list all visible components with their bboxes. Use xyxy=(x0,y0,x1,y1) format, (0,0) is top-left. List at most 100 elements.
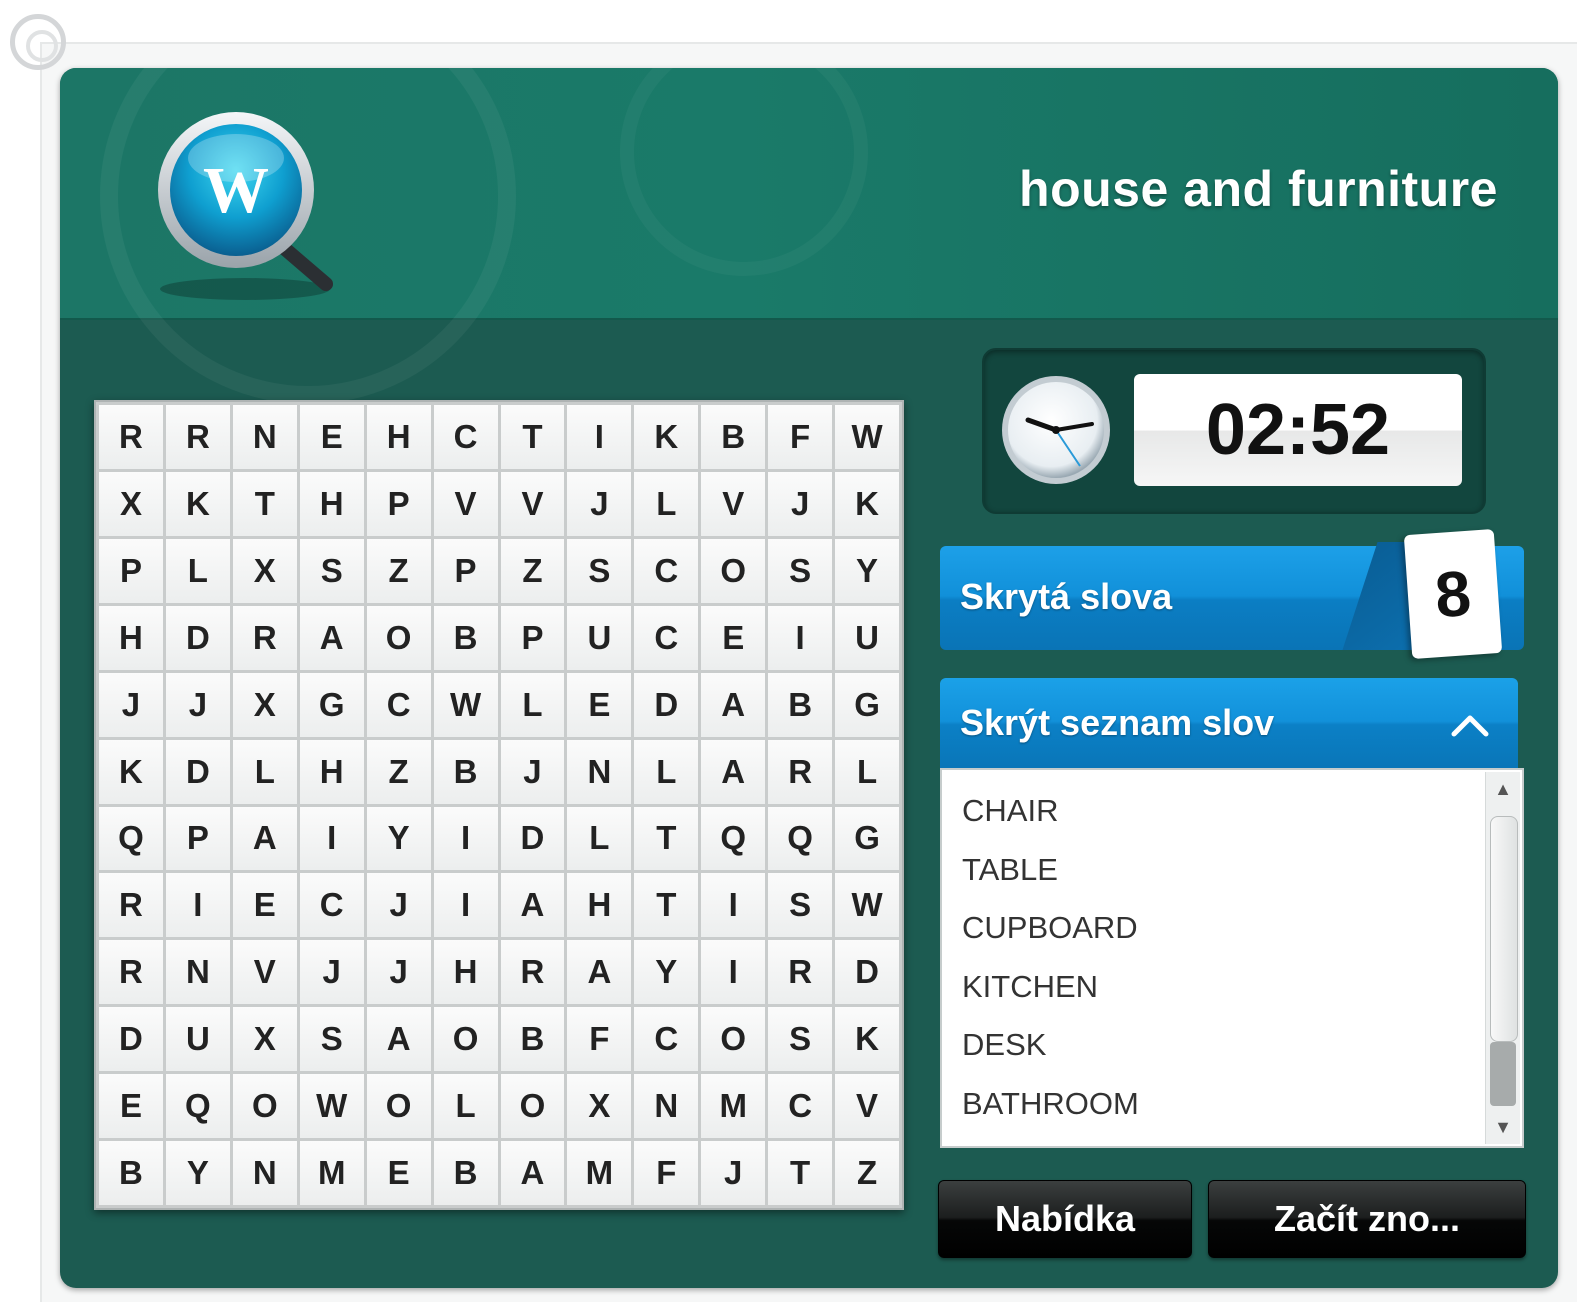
grid-cell[interactable]: O xyxy=(500,1074,565,1139)
grid-cell[interactable]: L xyxy=(433,1074,498,1139)
grid-cell[interactable]: Q xyxy=(99,806,163,871)
grid-cell[interactable]: C xyxy=(366,672,431,737)
grid-cell[interactable]: I xyxy=(567,405,632,469)
grid-cell[interactable]: Z xyxy=(366,739,431,804)
grid-cell[interactable]: Y xyxy=(366,806,431,871)
grid-cell[interactable]: D xyxy=(99,1007,163,1072)
grid-cell[interactable]: J xyxy=(768,471,833,536)
grid-cell[interactable]: J xyxy=(500,739,565,804)
grid-cell[interactable]: V xyxy=(835,1074,899,1139)
grid-cell[interactable]: H xyxy=(433,940,498,1005)
grid-cell[interactable]: R xyxy=(768,739,833,804)
grid-cell[interactable]: U xyxy=(835,605,899,670)
scroll-thumb[interactable] xyxy=(1490,816,1518,1042)
grid-cell[interactable]: H xyxy=(567,873,632,938)
grid-cell[interactable]: A xyxy=(299,605,364,670)
grid-cell[interactable]: Y xyxy=(835,538,899,603)
grid-cell[interactable]: H xyxy=(299,471,364,536)
grid-cell[interactable]: J xyxy=(366,873,431,938)
grid-cell[interactable]: J xyxy=(366,940,431,1005)
grid-cell[interactable]: F xyxy=(634,1141,699,1205)
grid-cell[interactable]: V xyxy=(701,471,766,536)
grid-cell[interactable]: T xyxy=(634,806,699,871)
grid-cell[interactable]: X xyxy=(232,538,297,603)
grid-cell[interactable]: N xyxy=(232,405,297,469)
grid-cell[interactable]: S xyxy=(299,538,364,603)
grid-cell[interactable]: J xyxy=(99,672,163,737)
grid-cell[interactable]: A xyxy=(701,672,766,737)
grid-cell[interactable]: D xyxy=(634,672,699,737)
grid-cell[interactable]: A xyxy=(500,1141,565,1205)
grid-cell[interactable]: F xyxy=(567,1007,632,1072)
menu-button[interactable]: Nabídka xyxy=(938,1180,1192,1258)
grid-cell[interactable]: M xyxy=(299,1141,364,1205)
grid-cell[interactable]: R xyxy=(768,940,833,1005)
grid-cell[interactable]: V xyxy=(500,471,565,536)
grid-cell[interactable]: W xyxy=(835,873,899,938)
grid-cell[interactable]: G xyxy=(835,672,899,737)
grid-cell[interactable]: K xyxy=(165,471,230,536)
grid-cell[interactable]: W xyxy=(433,672,498,737)
grid-cell[interactable]: U xyxy=(165,1007,230,1072)
grid-cell[interactable]: X xyxy=(99,471,163,536)
grid-cell[interactable]: I xyxy=(299,806,364,871)
grid-cell[interactable]: P xyxy=(500,605,565,670)
grid-cell[interactable]: Q xyxy=(701,806,766,871)
grid-cell[interactable]: A xyxy=(366,1007,431,1072)
grid-cell[interactable]: K xyxy=(835,471,899,536)
grid-cell[interactable]: I xyxy=(768,605,833,670)
grid-cell[interactable]: E xyxy=(567,672,632,737)
grid-cell[interactable]: X xyxy=(567,1074,632,1139)
grid-cell[interactable]: O xyxy=(433,1007,498,1072)
grid-cell[interactable]: C xyxy=(634,538,699,603)
grid-cell[interactable]: R xyxy=(165,405,230,469)
grid-cell[interactable]: B xyxy=(500,1007,565,1072)
grid-cell[interactable]: M xyxy=(701,1074,766,1139)
grid-cell[interactable]: I xyxy=(165,873,230,938)
grid-cell[interactable]: A xyxy=(500,873,565,938)
grid-cell[interactable]: T xyxy=(768,1141,833,1205)
letter-grid[interactable]: RRNEHCTIKBFWXKTHPVVJLVJKPLXSZPZSCOSYHDRA… xyxy=(94,400,904,1210)
grid-cell[interactable]: B xyxy=(768,672,833,737)
grid-cell[interactable]: I xyxy=(433,873,498,938)
grid-cell[interactable]: N xyxy=(232,1141,297,1205)
grid-cell[interactable]: B xyxy=(701,405,766,469)
grid-cell[interactable]: B xyxy=(433,605,498,670)
grid-cell[interactable]: H xyxy=(366,405,431,469)
grid-cell[interactable]: K xyxy=(634,405,699,469)
restart-button[interactable]: Začít zno... xyxy=(1208,1180,1526,1258)
grid-cell[interactable]: T xyxy=(634,873,699,938)
grid-cell[interactable]: X xyxy=(232,672,297,737)
grid-cell[interactable]: W xyxy=(299,1074,364,1139)
grid-cell[interactable]: Q xyxy=(768,806,833,871)
grid-cell[interactable]: C xyxy=(299,873,364,938)
grid-cell[interactable]: S xyxy=(768,873,833,938)
grid-cell[interactable]: Z xyxy=(366,538,431,603)
grid-cell[interactable]: S xyxy=(567,538,632,603)
grid-cell[interactable]: J xyxy=(701,1141,766,1205)
scroll-up-arrow-icon[interactable]: ▲ xyxy=(1486,772,1520,806)
grid-cell[interactable]: L xyxy=(634,471,699,536)
grid-cell[interactable]: Z xyxy=(500,538,565,603)
grid-cell[interactable]: H xyxy=(99,605,163,670)
scroll-down-arrow-icon[interactable]: ▼ xyxy=(1486,1110,1520,1144)
grid-cell[interactable]: R xyxy=(500,940,565,1005)
grid-cell[interactable]: D xyxy=(165,605,230,670)
grid-cell[interactable]: R xyxy=(232,605,297,670)
grid-cell[interactable]: Y xyxy=(634,940,699,1005)
grid-cell[interactable]: V xyxy=(433,471,498,536)
grid-cell[interactable]: C xyxy=(634,1007,699,1072)
grid-cell[interactable]: J xyxy=(165,672,230,737)
grid-cell[interactable]: E xyxy=(701,605,766,670)
grid-cell[interactable]: B xyxy=(433,739,498,804)
grid-cell[interactable]: D xyxy=(165,739,230,804)
grid-cell[interactable]: T xyxy=(232,471,297,536)
grid-cell[interactable]: L xyxy=(634,739,699,804)
grid-cell[interactable]: P xyxy=(366,471,431,536)
grid-cell[interactable]: B xyxy=(433,1141,498,1205)
grid-cell[interactable]: N xyxy=(567,739,632,804)
grid-cell[interactable]: I xyxy=(701,873,766,938)
grid-cell[interactable]: J xyxy=(567,471,632,536)
grid-cell[interactable]: G xyxy=(835,806,899,871)
grid-cell[interactable]: C xyxy=(433,405,498,469)
